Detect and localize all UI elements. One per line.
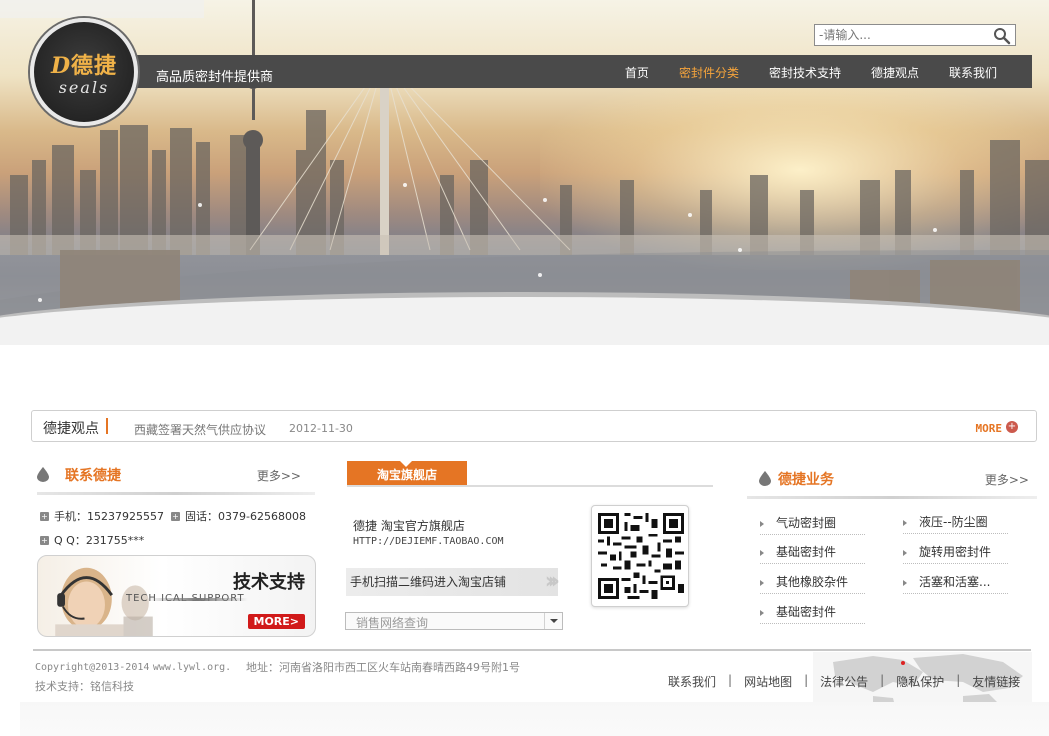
footer-address: 地址：河南省洛阳市西工区火车站南春晴西路49号附1号 xyxy=(246,661,520,674)
footer-link-legal[interactable]: 法律公告 xyxy=(820,673,868,690)
business-item[interactable]: 气动密封圈 xyxy=(760,514,865,535)
footer-separator: | xyxy=(956,673,961,687)
contact-phone: 手机：15237925557 xyxy=(54,510,164,523)
triangle-right-icon xyxy=(760,520,764,527)
nav-item-contact[interactable]: 联系我们 xyxy=(934,64,1012,81)
copyright-domain-link[interactable]: www.lywl.org. xyxy=(153,662,231,673)
search-box xyxy=(814,24,1016,46)
nav-item-home[interactable]: 首页 xyxy=(610,64,664,81)
contact-landline-row: + 固话：0379-62568008 xyxy=(171,508,306,524)
business-item[interactable]: 活塞和活塞... xyxy=(903,573,1008,594)
droplet-icon xyxy=(37,467,49,482)
triangle-right-icon xyxy=(760,579,764,586)
nav-menu: 首页 密封件分类 密封技术支持 德捷观点 联系我们 xyxy=(610,64,1012,81)
contact-section-title: 联系德捷 xyxy=(65,468,121,484)
top-left-strip xyxy=(0,0,204,18)
plus-square-icon: + xyxy=(40,535,49,545)
nav-item-seal-categories[interactable]: 密封件分类 xyxy=(664,64,754,81)
business-item[interactable]: 基础密封件 xyxy=(760,543,865,564)
news-ticker: 德捷观点 西藏签署天然气供应协议 2012-11-30 MORE + xyxy=(31,410,1037,442)
business-item[interactable]: 基础密封件 xyxy=(760,603,865,624)
main-navbar: 高品质密封件提供商 首页 密封件分类 密封技术支持 德捷观点 联系我们 xyxy=(110,55,1032,88)
bottom-band xyxy=(20,702,1049,736)
plus-square-icon: + xyxy=(171,511,180,521)
footer-links: 联系我们 | 网站地图 | 法律公告 | 隐私保护 | 友情链接 xyxy=(668,673,1020,690)
qr-code xyxy=(591,505,689,607)
contact-landline: 固话：0379-62568008 xyxy=(185,510,306,523)
footer-separator: | xyxy=(880,673,885,687)
footer-separator: | xyxy=(804,673,809,687)
news-item-date: 2012-11-30 xyxy=(289,422,353,435)
news-ticker-title: 德捷观点 xyxy=(43,421,99,437)
business-item[interactable]: 其他橡胶杂件 xyxy=(760,573,865,594)
tech-support-title: 技术支持 xyxy=(233,572,305,593)
business-section-header: 德捷业务 更多>> xyxy=(747,467,1037,499)
logo[interactable]: D德捷 seals xyxy=(30,18,138,126)
tech-support-line xyxy=(148,598,248,601)
business-item[interactable]: 旋转用密封件 xyxy=(903,543,1008,564)
section-underline xyxy=(37,492,315,495)
contact-more-link[interactable]: 更多>> xyxy=(257,467,301,484)
news-item-link[interactable]: 西藏签署天然气供应协议 xyxy=(134,421,266,438)
triangle-right-icon xyxy=(760,609,764,616)
copyright-text: Copyright@2013-2014 www.lywl.org. xyxy=(35,662,232,673)
section-underline xyxy=(747,496,1037,499)
chevron-down-icon[interactable] xyxy=(544,613,562,629)
triangle-right-icon xyxy=(903,549,907,556)
business-item[interactable]: 液压--防尘圈 xyxy=(903,513,1008,534)
shop-url-link[interactable]: HTTP://DEJIEMF.TAOBAO.COM xyxy=(353,536,504,547)
footer-separator: | xyxy=(728,673,733,687)
footer-link-contact[interactable]: 联系我们 xyxy=(668,673,716,690)
news-more-link[interactable]: MORE xyxy=(976,422,1003,435)
footer-link-privacy[interactable]: 隐私保护 xyxy=(896,673,944,690)
tech-support-banner[interactable]: 技术支持 TECH ICAL SUPPORT MORE> xyxy=(37,555,316,637)
nav-item-viewpoint[interactable]: 德捷观点 xyxy=(856,64,934,81)
footer-divider xyxy=(33,649,1031,651)
chevrons-right-icon: ››› xyxy=(544,569,560,594)
tab-taobao-store[interactable]: 淘宝旗舰店 xyxy=(347,461,467,487)
tab-notch xyxy=(400,461,412,467)
business-more-link[interactable]: 更多>> xyxy=(985,471,1029,488)
triangle-right-icon xyxy=(903,519,907,526)
search-input[interactable] xyxy=(819,27,989,43)
scan-qr-text: 手机扫描二维码进入淘宝店铺 xyxy=(350,575,507,589)
nav-item-tech-support[interactable]: 密封技术支持 xyxy=(754,64,856,81)
taobao-underline xyxy=(347,485,713,487)
contact-qq-row: + Q Q：231755*** xyxy=(40,532,144,548)
logo-subtitle: seals xyxy=(58,77,110,97)
business-section-title: 德捷业务 xyxy=(778,472,834,488)
tagline: 高品质密封件提供商 xyxy=(156,70,274,85)
droplet-icon xyxy=(759,471,771,486)
qr-code-icon xyxy=(598,513,684,599)
contact-section-header: 联系德捷 更多>> xyxy=(37,463,315,495)
scan-qr-banner[interactable]: 手机扫描二维码进入淘宝店铺 ››› xyxy=(346,568,560,596)
sales-network-select[interactable]: 销售网络查询 xyxy=(345,612,563,630)
footer-link-sitemap[interactable]: 网站地图 xyxy=(744,673,792,690)
plus-circle-icon[interactable]: + xyxy=(1006,421,1018,433)
triangle-right-icon xyxy=(903,579,907,586)
triangle-right-icon xyxy=(760,549,764,556)
search-icon[interactable] xyxy=(993,27,1011,45)
contact-phone-row: + 手机：15237925557 xyxy=(40,508,164,524)
tech-support-more-button[interactable]: MORE> xyxy=(247,614,305,629)
tab-taobao-label: 淘宝旗舰店 xyxy=(376,468,437,482)
contact-qq: Q Q：231755*** xyxy=(54,534,145,547)
news-divider xyxy=(106,418,108,434)
sales-network-select-value: 销售网络查询 xyxy=(356,616,429,630)
plus-square-icon: + xyxy=(40,511,49,521)
shop-name: 德捷 淘宝官方旗舰店 xyxy=(353,519,465,533)
footer-tech-support: 技术支持：铭信科技 xyxy=(35,680,134,693)
footer-link-friends[interactable]: 友情链接 xyxy=(972,673,1020,690)
header-banner xyxy=(0,0,1049,345)
logo-mark: D德捷 xyxy=(50,52,118,79)
